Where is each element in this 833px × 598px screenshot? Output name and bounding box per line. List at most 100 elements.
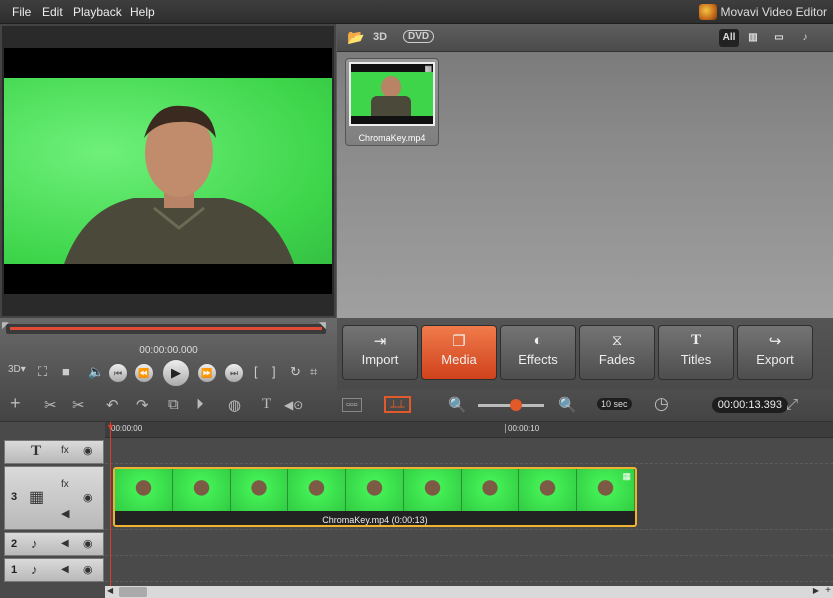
- tab-media[interactable]: ❐ Media: [421, 325, 497, 380]
- export-icon: ↪: [768, 333, 782, 350]
- video-clip[interactable]: ▦ ChromaKey.mp4 (0:00:13): [113, 467, 637, 527]
- clip-label: ChromaKey.mp4 (0:00:13): [322, 515, 428, 525]
- rewind-button[interactable]: ⏪: [134, 363, 154, 383]
- clip-frames: [115, 469, 635, 511]
- zoom-in-icon[interactable]: 🔍: [448, 396, 467, 414]
- filter-video-icon[interactable]: ▥: [743, 29, 763, 47]
- tab-import-label: Import: [361, 352, 399, 367]
- stabilize-icon[interactable]: ◍: [228, 396, 241, 414]
- title-tool-icon[interactable]: T: [262, 396, 271, 413]
- fades-icon: ⧖: [611, 332, 623, 349]
- fx-icon[interactable]: fx: [61, 445, 69, 456]
- zoom-slider-handle[interactable]: [510, 399, 522, 411]
- media-panel: 📂 3D DVD All ▥ ▭ ♪ ▦ ChromaKey.mp4: [337, 24, 833, 318]
- clock-icon: ◷: [654, 394, 669, 413]
- storyboard-view-icon[interactable]: ▫▫▫: [342, 398, 362, 412]
- menu-help[interactable]: Help: [130, 5, 155, 19]
- volume-icon[interactable]: 🔈: [88, 364, 104, 380]
- timeline-view-icon[interactable]: ⟂⟂: [384, 396, 411, 413]
- crop-icon[interactable]: ⌗: [310, 364, 317, 380]
- media-toolbar: 📂 3D DVD All ▥ ▭ ♪: [337, 24, 833, 52]
- scroll-right-icon[interactable]: ▶: [813, 586, 819, 595]
- track-head-video: 3 ▦ fx ◉ ◀: [4, 466, 104, 530]
- tab-import[interactable]: ⇥ Import: [342, 325, 418, 380]
- tab-fades[interactable]: ⧖ Fades: [579, 325, 655, 380]
- track-head-title: T fx ◉: [4, 440, 104, 464]
- filter-audio-icon[interactable]: ♪: [795, 29, 815, 47]
- zoom-value: 10 sec: [597, 398, 632, 410]
- timecode: 00:00:00.000: [139, 345, 198, 356]
- redo-icon[interactable]: ↷: [136, 396, 149, 414]
- media-item[interactable]: ▦ ChromaKey.mp4: [345, 58, 439, 146]
- stop-icon[interactable]: ■: [62, 364, 70, 379]
- volume-icon[interactable]: ◀: [61, 538, 69, 549]
- scrollbar-thumb[interactable]: [119, 587, 147, 597]
- title-lane[interactable]: [105, 440, 833, 464]
- split-icon[interactable]: ✂: [72, 396, 85, 414]
- zoom-out-icon[interactable]: 🔍: [558, 396, 577, 414]
- tab-export[interactable]: ↪ Export: [737, 325, 813, 380]
- ruler-start-label: 00:00:00: [111, 424, 143, 433]
- progress-start-marker-icon[interactable]: ◤: [2, 320, 9, 331]
- undo-icon[interactable]: ↶: [106, 396, 119, 414]
- import-icon: ⇥: [373, 333, 387, 350]
- fx-icon[interactable]: fx: [61, 479, 69, 490]
- rotate-icon[interactable]: ⧉: [168, 396, 179, 413]
- fit-icon[interactable]: ⤢: [786, 396, 798, 413]
- menu-file[interactable]: File: [12, 5, 31, 19]
- speed-icon[interactable]: ⏵: [196, 396, 204, 413]
- mark-out-icon[interactable]: ]: [272, 364, 276, 379]
- visibility-icon[interactable]: ◉: [83, 537, 93, 550]
- audio-tool-icon[interactable]: ◀⊙: [284, 398, 303, 412]
- menu-playback[interactable]: Playback: [73, 5, 122, 19]
- visibility-icon[interactable]: ◉: [83, 491, 93, 504]
- menu-edit[interactable]: Edit: [42, 5, 63, 19]
- film-strip-icon: ▦: [622, 471, 631, 481]
- brand: Movavi Video Editor: [698, 4, 828, 20]
- volume-icon[interactable]: ◀: [61, 564, 69, 575]
- visibility-icon[interactable]: ◉: [83, 563, 93, 576]
- fullscreen-icon[interactable]: ⛶: [38, 364, 47, 380]
- progress-fill: [10, 327, 322, 330]
- prev-frame-button[interactable]: ⏮: [108, 363, 128, 383]
- play-button[interactable]: ▶: [162, 359, 190, 387]
- next-frame-button[interactable]: ⏭: [224, 363, 244, 383]
- 3d-mode-icon[interactable]: 3D▾: [8, 364, 26, 375]
- scroll-left-icon[interactable]: ◀: [107, 586, 113, 595]
- tab-titles-label: Titles: [680, 352, 712, 367]
- tab-effects[interactable]: ◐ Effects: [500, 325, 576, 380]
- visibility-icon[interactable]: ◉: [83, 444, 93, 457]
- track-number: 2: [11, 538, 18, 550]
- media-item-name: ChromaKey.mp4: [358, 133, 426, 143]
- dvd-button[interactable]: DVD: [403, 30, 435, 43]
- track-number: 1: [11, 564, 18, 576]
- time-ruler[interactable]: 00:00:00 00:00:10: [105, 422, 833, 438]
- filter-image-icon[interactable]: ▭: [769, 29, 789, 47]
- 3d-button[interactable]: 3D: [373, 31, 387, 43]
- playhead[interactable]: [110, 422, 111, 598]
- audio-lane-2[interactable]: [105, 532, 833, 556]
- chroma-key-frame: [4, 78, 332, 264]
- cut-icon[interactable]: ✂: [44, 396, 57, 414]
- add-icon[interactable]: +: [10, 393, 21, 414]
- title-track-icon: T: [31, 443, 42, 459]
- playback-progress[interactable]: [6, 324, 326, 334]
- add-track-icon[interactable]: +: [825, 585, 831, 596]
- mark-in-icon[interactable]: [: [254, 364, 258, 379]
- progress-end-marker-icon[interactable]: ◥: [319, 320, 326, 331]
- ruler-mark-label: 00:00:10: [505, 424, 539, 433]
- track-number: 3: [11, 491, 18, 503]
- playhead-handle-icon[interactable]: ▼: [106, 422, 115, 432]
- app-title: Movavi Video Editor: [720, 5, 828, 19]
- playback-controls: ◤ ◥ 00:00:00.000 3D▾ ⛶ ■ 🔈 ⏮ ⏪ ▶ ⏩ ⏭ [ ]…: [0, 318, 337, 390]
- tab-fades-label: Fades: [598, 352, 636, 367]
- timeline-scrollbar[interactable]: ◀ ▶ +: [105, 585, 833, 598]
- filter-all-button[interactable]: All: [719, 29, 739, 47]
- audio-lane-1[interactable]: [105, 558, 833, 582]
- volume-icon[interactable]: ◀: [61, 507, 69, 520]
- open-folder-icon[interactable]: 📂: [347, 29, 364, 46]
- presenter-image: [64, 105, 294, 264]
- tab-titles[interactable]: T Titles: [658, 325, 734, 380]
- fast-forward-button[interactable]: ⏩: [197, 363, 217, 383]
- loop-icon[interactable]: ↻: [290, 364, 301, 380]
